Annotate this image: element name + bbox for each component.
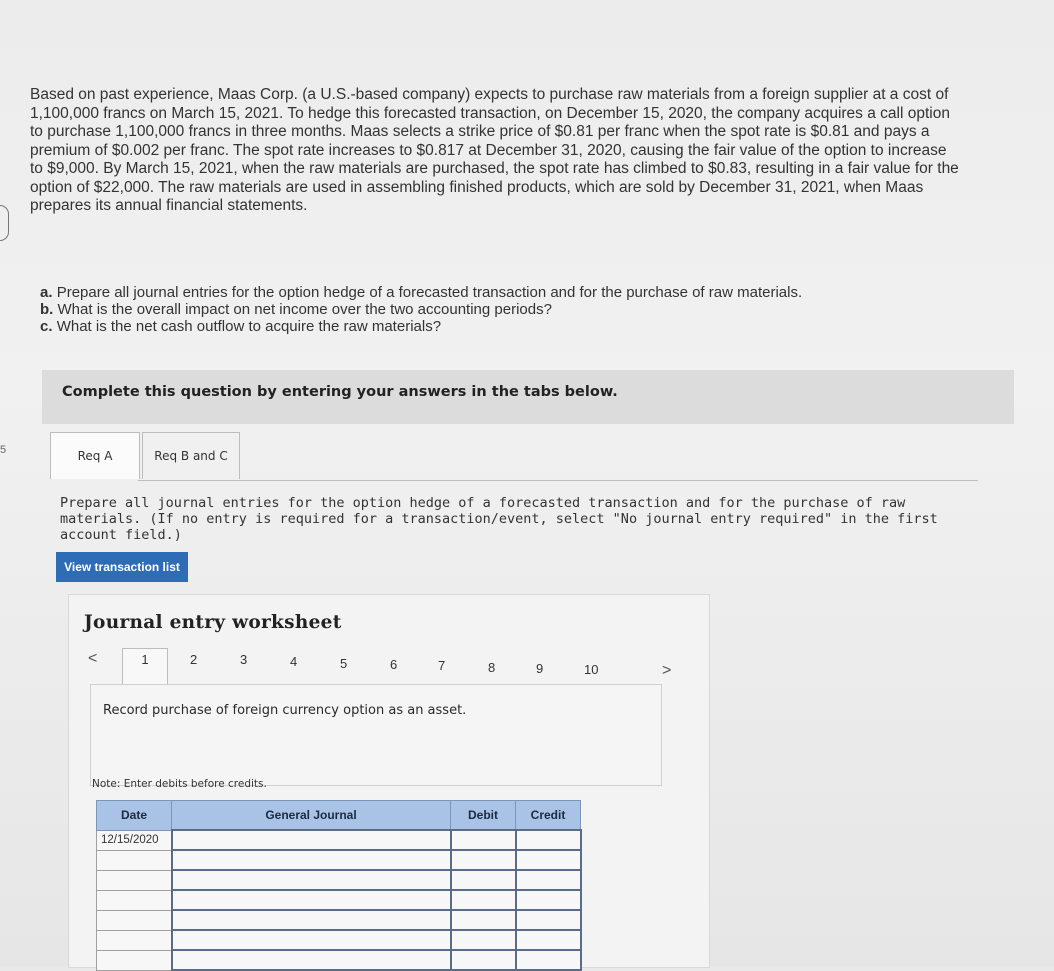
requirements-list: a. Prepare all journal entries for the o… xyxy=(40,284,900,335)
general-journal-header: General Journal xyxy=(171,800,451,831)
debit-credit-note: Note: Enter debits before credits. xyxy=(92,778,267,790)
debit-input[interactable] xyxy=(449,829,517,851)
entry-page-2[interactable]: 2 xyxy=(190,652,197,667)
journal-row xyxy=(96,849,582,871)
entry-pager: < 1 2 3 4 5 6 7 8 9 10 > xyxy=(84,648,684,690)
entry-page-6[interactable]: 6 xyxy=(390,657,397,672)
problem-line: prepares its annual financial statements… xyxy=(30,197,308,214)
entry-page-4[interactable]: 4 xyxy=(290,654,297,669)
account-select[interactable] xyxy=(170,949,452,971)
journal-row: 12/15/2020 xyxy=(96,829,582,851)
date-cell xyxy=(96,849,172,871)
date-cell xyxy=(96,929,172,951)
account-select[interactable] xyxy=(170,829,452,851)
journal-row xyxy=(96,929,582,951)
debit-input[interactable] xyxy=(449,869,517,891)
journal-header-row: Date General Journal Debit Credit xyxy=(96,800,581,831)
tab-instruction: Prepare all journal entries for the opti… xyxy=(60,495,938,543)
debit-input[interactable] xyxy=(449,849,517,871)
tab-divider xyxy=(138,480,978,481)
banner-text: Complete this question by entering your … xyxy=(62,384,618,400)
problem-line: premium of $0.002 per franc. The spot ra… xyxy=(30,141,947,159)
credit-input[interactable] xyxy=(514,909,582,931)
debit-input[interactable] xyxy=(449,909,517,931)
debit-input[interactable] xyxy=(449,929,517,951)
credit-header: Credit xyxy=(515,800,581,831)
credit-input[interactable] xyxy=(514,849,582,871)
debit-header: Debit xyxy=(450,800,516,831)
journal-table: Date General Journal Debit Credit 12/15/… xyxy=(96,800,582,971)
credit-input[interactable] xyxy=(514,869,582,891)
requirement-c: c. What is the net cash outflow to acqui… xyxy=(40,318,442,335)
account-select[interactable] xyxy=(170,909,452,931)
account-select[interactable] xyxy=(170,929,452,951)
problem-line: option of $22,000. The raw materials are… xyxy=(30,178,924,196)
tab-req-a[interactable]: Req A xyxy=(50,432,140,479)
credit-input[interactable] xyxy=(514,949,582,971)
entry-page-3[interactable]: 3 xyxy=(240,652,247,667)
instructions-banner: Complete this question by entering your … xyxy=(42,370,1014,424)
journal-row xyxy=(96,889,582,911)
tab-req-b-and-c[interactable]: Req B and C xyxy=(142,432,240,479)
account-select[interactable] xyxy=(170,869,452,891)
page: 5 Based on past experience, Maas Corp. (… xyxy=(0,0,1054,971)
entry-page-10[interactable]: 10 xyxy=(584,662,598,677)
next-entry-icon[interactable]: > xyxy=(662,662,671,680)
date-cell xyxy=(96,869,172,891)
requirement-b: b. What is the overall impact on net inc… xyxy=(40,301,552,318)
date-cell xyxy=(96,949,172,971)
problem-line: to purchase 1,100,000 francs in three mo… xyxy=(30,123,930,140)
entry-description: Record purchase of foreign currency opti… xyxy=(103,703,467,718)
debit-input[interactable] xyxy=(449,889,517,911)
margin-mark: 5 xyxy=(0,444,7,456)
prev-entry-icon[interactable]: < xyxy=(88,650,97,668)
credit-input[interactable] xyxy=(514,829,582,851)
entry-page-7[interactable]: 7 xyxy=(438,658,445,673)
date-header: Date xyxy=(96,800,172,831)
account-select[interactable] xyxy=(170,889,452,911)
date-cell xyxy=(96,889,172,911)
journal-row xyxy=(96,869,582,891)
date-cell xyxy=(96,909,172,931)
margin-bracket xyxy=(0,205,9,241)
journal-row xyxy=(96,949,582,971)
credit-input[interactable] xyxy=(514,929,582,951)
account-select[interactable] xyxy=(170,849,452,871)
view-transaction-list-button[interactable]: View transaction list xyxy=(56,552,188,582)
requirement-a: a. Prepare all journal entries for the o… xyxy=(40,284,803,301)
credit-input[interactable] xyxy=(514,889,582,911)
problem-line: to $9,000. By March 15, 2021, when the r… xyxy=(30,160,959,177)
entry-description-box: Record purchase of foreign currency opti… xyxy=(90,684,662,786)
problem-line: Based on past experience, Maas Corp. (a … xyxy=(30,86,949,103)
journal-row xyxy=(96,909,582,931)
debit-input[interactable] xyxy=(449,949,517,971)
problem-line: 1,100,000 francs on March 15, 2021. To h… xyxy=(30,104,950,122)
entry-page-9[interactable]: 9 xyxy=(536,661,543,676)
entry-page-8[interactable]: 8 xyxy=(488,660,495,675)
date-cell: 12/15/2020 xyxy=(96,829,172,851)
problem-text: Based on past experience, Maas Corp. (a … xyxy=(30,86,1030,216)
entry-page-5[interactable]: 5 xyxy=(340,656,347,671)
worksheet-title: Journal entry worksheet xyxy=(84,612,342,633)
